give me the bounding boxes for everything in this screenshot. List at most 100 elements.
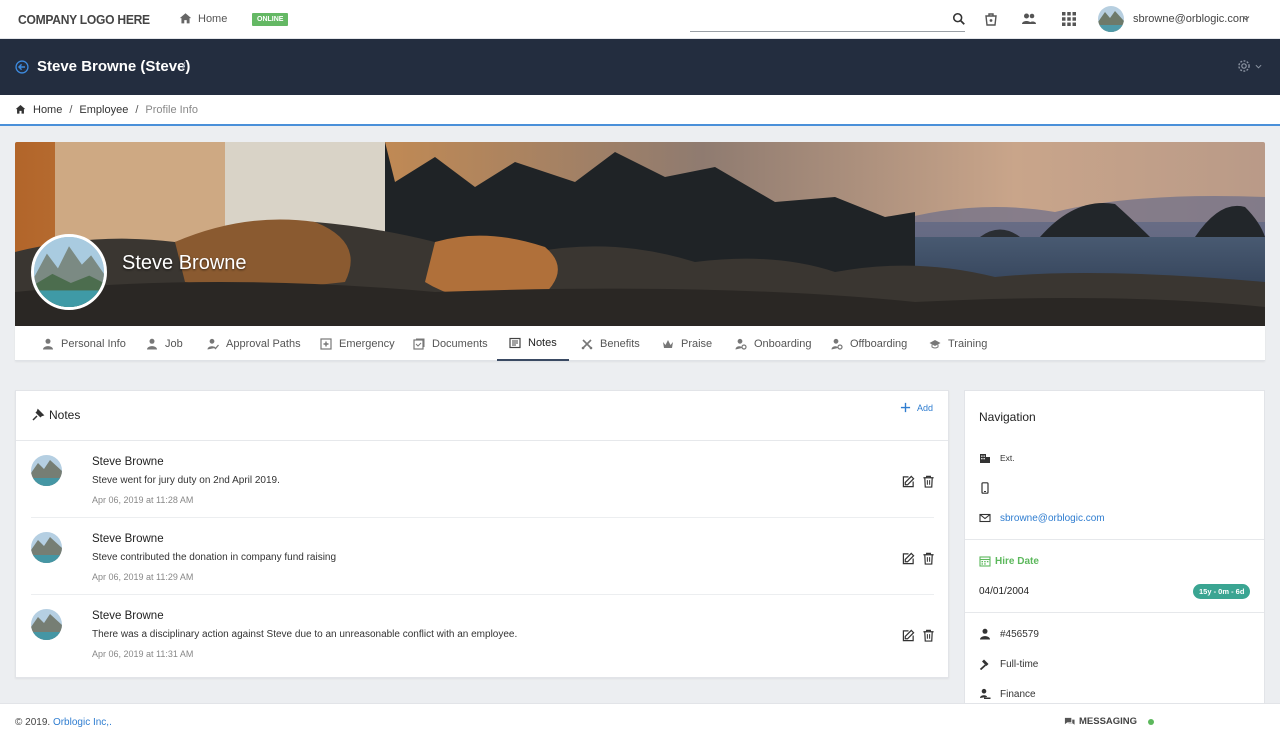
employment-type-row: Full-time bbox=[979, 658, 1038, 670]
note-text: Steve contributed the donation in compan… bbox=[92, 552, 337, 563]
tab-notes[interactable]: Notes bbox=[497, 326, 569, 361]
chevron-down-icon[interactable] bbox=[1242, 14, 1250, 22]
back-arrow-icon[interactable] bbox=[15, 60, 29, 74]
divider bbox=[965, 612, 1264, 613]
edit-icon[interactable] bbox=[902, 629, 915, 642]
user-avatar[interactable] bbox=[1098, 6, 1124, 32]
tenure-badge: 15y - 0m - 6d bbox=[1193, 584, 1251, 599]
trash-icon[interactable] bbox=[922, 475, 935, 488]
breadcrumb-separator: / bbox=[69, 103, 73, 116]
tab-label: Documents bbox=[432, 337, 488, 350]
search-input[interactable] bbox=[690, 31, 965, 32]
employment-type: Full-time bbox=[1000, 658, 1039, 670]
note-item: Steve Browne Steve contributed the donat… bbox=[31, 518, 934, 595]
navigation-title: Navigation bbox=[979, 410, 1036, 424]
online-indicator bbox=[1148, 718, 1155, 725]
trash-icon[interactable] bbox=[922, 629, 935, 642]
home-link[interactable]: Home bbox=[179, 12, 227, 25]
notes-title-label: Notes bbox=[49, 408, 81, 422]
notes-card: Notes Add Steve Browne Steve went for ju… bbox=[15, 390, 949, 678]
tab-personal-info[interactable]: Personal Info bbox=[30, 326, 138, 361]
person-gear-icon bbox=[735, 338, 747, 350]
home-icon[interactable] bbox=[15, 104, 26, 115]
extension-label: Ext. bbox=[1000, 453, 1015, 463]
apps-grid-icon[interactable] bbox=[1061, 11, 1077, 27]
note-author: Steve Browne bbox=[92, 610, 164, 622]
calendar-icon bbox=[979, 556, 991, 567]
note-timestamp: Apr 06, 2019 at 11:28 AM bbox=[92, 495, 194, 505]
tab-label: Onboarding bbox=[754, 337, 812, 350]
person-icon bbox=[43, 338, 53, 349]
copyright-text: © 2019. bbox=[15, 717, 51, 728]
tab-benefits[interactable]: Benefits bbox=[569, 326, 652, 361]
note-author-avatar bbox=[31, 532, 62, 563]
note-timestamp: Apr 06, 2019 at 11:29 AM bbox=[92, 572, 194, 582]
tab-praise[interactable]: Praise bbox=[650, 326, 724, 361]
note-timestamp: Apr 06, 2019 at 11:31 AM bbox=[92, 649, 194, 659]
tab-offboarding[interactable]: Offboarding bbox=[819, 326, 919, 361]
add-note-label: Add bbox=[917, 402, 934, 413]
copyright: © 2019. Orblogic Inc,. bbox=[15, 717, 112, 728]
footer: © 2019. Orblogic Inc,. MESSAGING bbox=[0, 703, 1280, 741]
home-link-label: Home bbox=[198, 12, 228, 25]
edit-icon[interactable] bbox=[902, 552, 915, 565]
messaging-button[interactable]: MESSAGING bbox=[1064, 716, 1155, 727]
hire-date-value: 04/01/2004 bbox=[979, 586, 1030, 597]
breadcrumb-separator: / bbox=[135, 103, 139, 116]
gavel-icon bbox=[979, 659, 989, 670]
tab-documents[interactable]: Documents bbox=[401, 326, 500, 361]
person-desk-icon bbox=[980, 688, 991, 699]
trash-icon[interactable] bbox=[922, 552, 935, 565]
documents-icon bbox=[413, 338, 425, 350]
envelope-icon bbox=[979, 513, 991, 523]
profile-avatar[interactable] bbox=[31, 234, 107, 310]
add-note-button[interactable]: Add bbox=[900, 402, 933, 413]
tab-label: Approval Paths bbox=[226, 337, 301, 350]
employee-id: #456579 bbox=[1000, 628, 1039, 640]
tab-label: Personal Info bbox=[61, 337, 126, 350]
tab-label: Benefits bbox=[600, 337, 640, 350]
tab-training[interactable]: Training bbox=[917, 326, 999, 361]
breadcrumb-home[interactable]: Home bbox=[33, 104, 62, 116]
company-logo[interactable]: COMPANY LOGO HERE bbox=[18, 12, 150, 27]
breadcrumb-employee[interactable]: Employee bbox=[79, 104, 128, 116]
search-icon[interactable] bbox=[952, 12, 966, 26]
messaging-label: MESSAGING bbox=[1079, 716, 1138, 727]
title-separator: / bbox=[182, 61, 186, 73]
person-icon bbox=[980, 628, 990, 640]
home-icon bbox=[179, 13, 192, 24]
tab-job[interactable]: Job bbox=[134, 326, 195, 361]
tab-label: Offboarding bbox=[850, 337, 908, 350]
person-gear-icon bbox=[831, 338, 843, 350]
tab-label: Notes bbox=[528, 336, 557, 349]
edit-icon[interactable] bbox=[902, 475, 915, 488]
profile-tabs: Personal Info Job Approval Paths Emergen… bbox=[15, 326, 1265, 361]
note-pin-icon bbox=[32, 408, 45, 421]
plus-icon bbox=[900, 402, 911, 413]
tab-onboarding[interactable]: Onboarding bbox=[723, 326, 824, 361]
navigation-card: Navigation Ext. sbrowne@orblogic.com Hir… bbox=[964, 390, 1265, 708]
profile-name: Steve Browne bbox=[122, 252, 247, 274]
top-bar: COMPANY LOGO HERE Home ONLINE sbrowne@or… bbox=[0, 0, 1280, 39]
people-icon[interactable] bbox=[1021, 11, 1037, 27]
person-check-icon bbox=[207, 338, 219, 349]
mobile-phone-icon bbox=[981, 482, 989, 494]
profile-cover-image bbox=[15, 142, 1265, 326]
note-author: Steve Browne bbox=[92, 456, 164, 468]
user-email[interactable]: sbrowne@orblogic.com bbox=[1133, 13, 1248, 25]
note-text: Steve went for jury duty on 2nd April 20… bbox=[92, 475, 280, 486]
note-author-avatar bbox=[31, 609, 62, 640]
briefcase-lock-icon[interactable] bbox=[983, 11, 999, 27]
chat-bubbles-icon bbox=[1064, 717, 1075, 725]
note-text: There was a disciplinary action against … bbox=[92, 629, 518, 640]
company-link[interactable]: Orblogic Inc,. bbox=[53, 717, 112, 728]
gear-icon[interactable] bbox=[1237, 59, 1251, 73]
breadcrumb: Home / Employee / Profile Info bbox=[0, 95, 1280, 126]
tab-approval-paths[interactable]: Approval Paths bbox=[195, 326, 313, 361]
email-link[interactable]: sbrowne@orblogic.com bbox=[1000, 513, 1105, 524]
note-author: Steve Browne bbox=[92, 533, 164, 545]
tab-emergency[interactable]: Emergency bbox=[308, 326, 407, 361]
plus-square-icon bbox=[320, 337, 332, 350]
chevron-down-icon[interactable] bbox=[1255, 63, 1262, 70]
page-title: Steve Browne (Steve) bbox=[37, 58, 191, 75]
